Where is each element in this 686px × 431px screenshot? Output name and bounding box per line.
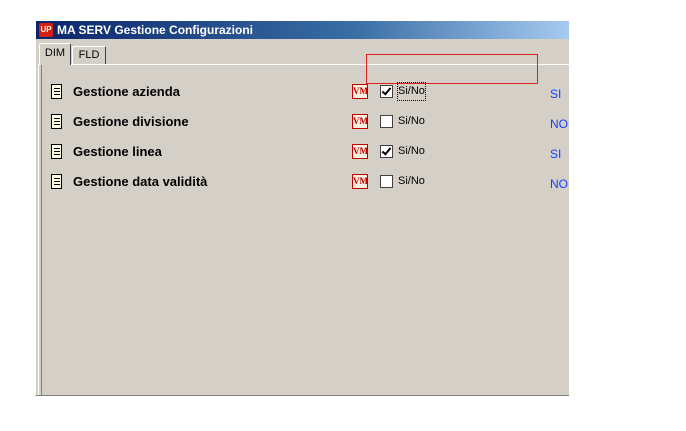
tab-panel: Gestione azienda VM Si/No SI Gestione di…: [38, 64, 569, 395]
tab-strip: DIM FLD: [36, 42, 569, 65]
tab-fld[interactable]: FLD: [72, 46, 106, 64]
tab-dim[interactable]: DIM: [39, 43, 71, 65]
config-window: UP MA SERV Gestione Configurazioni DIM F…: [35, 21, 569, 396]
row-label: Gestione azienda: [73, 84, 180, 99]
checkbox-label[interactable]: Si/No: [397, 82, 426, 101]
row-checkbox[interactable]: [380, 115, 393, 128]
document-icon: [51, 174, 62, 189]
config-row-data-validita: Gestione data validità VM Si/No NO: [42, 173, 569, 197]
document-icon: [51, 84, 62, 99]
row-value: SI: [550, 147, 562, 161]
app-logo-icon: UP: [39, 23, 53, 37]
value-type-icon: VM: [352, 144, 368, 159]
row-value: NO: [550, 177, 568, 191]
checkbox-label[interactable]: Si/No: [398, 113, 425, 130]
title-bar[interactable]: UP MA SERV Gestione Configurazioni: [36, 21, 569, 39]
value-type-icon: VM: [352, 84, 368, 99]
rows-container: Gestione azienda VM Si/No SI Gestione di…: [41, 65, 569, 395]
checkbox-label[interactable]: Si/No: [398, 143, 425, 160]
row-label: Gestione linea: [73, 144, 162, 159]
row-checkbox[interactable]: [380, 85, 393, 98]
document-icon: [51, 144, 62, 159]
row-checkbox[interactable]: [380, 175, 393, 188]
row-label: Gestione data validità: [73, 174, 208, 189]
window-title: MA SERV Gestione Configurazioni: [57, 23, 254, 37]
config-row-linea: Gestione linea VM Si/No SI: [42, 143, 569, 167]
value-type-icon: VM: [352, 114, 368, 129]
row-checkbox[interactable]: [380, 145, 393, 158]
config-row-azienda: Gestione azienda VM Si/No SI: [42, 82, 569, 107]
row-value: SI: [550, 87, 562, 101]
row-value: NO: [550, 117, 568, 131]
value-type-icon: VM: [352, 174, 368, 189]
config-row-divisione: Gestione divisione VM Si/No NO: [42, 113, 569, 137]
document-icon: [51, 114, 62, 129]
checkbox-label[interactable]: Si/No: [398, 173, 425, 190]
row-label: Gestione divisione: [73, 114, 189, 129]
